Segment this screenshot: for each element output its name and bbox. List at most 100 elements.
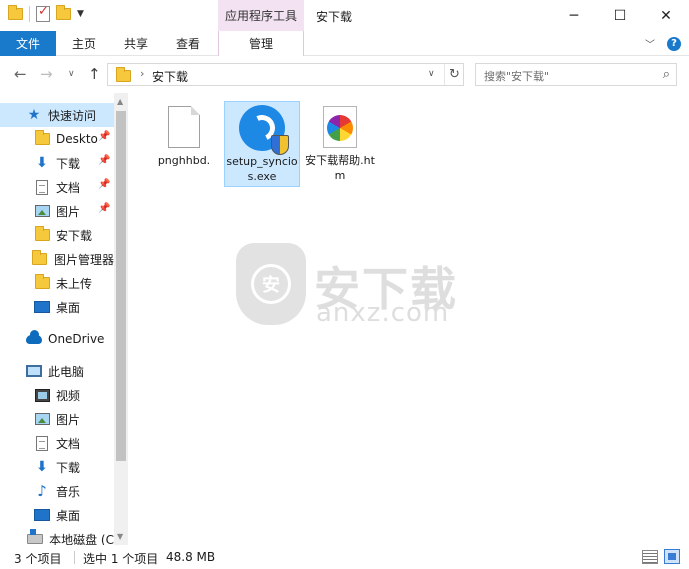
help-icon[interactable]: ?: [667, 36, 681, 51]
address-bar[interactable]: › 安下载 ∨ ↻: [107, 63, 464, 86]
nav-downloads[interactable]: ⬇ 下载: [0, 455, 114, 479]
nav-anxz-folder[interactable]: 安下载: [0, 223, 114, 247]
tab-share[interactable]: 共享: [112, 31, 160, 56]
file-item-setup-syncios[interactable]: setup_syncios.exe: [224, 101, 300, 187]
pin-icon[interactable]: 📌: [98, 203, 110, 214]
chevron-right-icon[interactable]: ›: [140, 67, 144, 80]
nav-label: 音乐: [56, 484, 81, 499]
picture-icon: [34, 203, 50, 219]
pin-icon[interactable]: 📌: [98, 131, 110, 142]
details-view-icon[interactable]: [642, 550, 658, 564]
selected-count: 选中 1 个项目: [83, 552, 159, 566]
scrollbar-thumb[interactable]: [116, 111, 126, 461]
nav-music[interactable]: ♪ 音乐: [0, 479, 114, 503]
tab-file[interactable]: 文件: [0, 31, 56, 56]
scroll-up-icon[interactable]: ▲: [117, 97, 123, 106]
nav-quick-access[interactable]: ★ 快速访问: [0, 103, 114, 127]
nav-desktop[interactable]: 桌面: [0, 295, 114, 319]
back-arrow-icon[interactable]: ←: [14, 65, 27, 83]
computer-icon: [26, 363, 42, 379]
nav-label: 桌面: [56, 508, 81, 523]
address-dropdown-icon[interactable]: ∨: [428, 69, 435, 79]
nav-label: 下载: [56, 460, 81, 475]
forward-arrow-icon[interactable]: →: [40, 65, 53, 83]
nav-desktop-pc[interactable]: 桌面: [0, 503, 114, 527]
maximize-button[interactable]: ☐: [597, 0, 643, 31]
desktop-icon: [34, 507, 50, 523]
tab-view[interactable]: 查看: [164, 31, 212, 56]
blank-file-icon: [160, 103, 208, 151]
folder-icon[interactable]: [8, 5, 23, 20]
qat-dropdown-icon[interactable]: ▼: [77, 9, 84, 19]
properties-icon[interactable]: [36, 4, 50, 22]
scroll-down-icon[interactable]: ▼: [117, 532, 123, 541]
desktop-icon: [34, 299, 50, 315]
nav-label: 视频: [56, 388, 81, 403]
file-item-pnghhbd[interactable]: pnghhbd.: [146, 101, 222, 187]
ribbon-right-controls: ﹀ ?: [645, 36, 681, 51]
download-icon: ⬇: [36, 459, 48, 475]
nav-label: Deskto: [56, 132, 98, 146]
recent-locations-icon[interactable]: ∨: [68, 69, 75, 79]
minimize-button[interactable]: ─: [551, 0, 597, 31]
close-button[interactable]: ✕: [643, 0, 689, 31]
qat-separator: [29, 6, 30, 22]
nav-pictures-pinned[interactable]: 图片 📌: [0, 199, 114, 223]
address-path[interactable]: 安下载: [152, 68, 188, 85]
up-arrow-icon[interactable]: ↑: [88, 65, 101, 83]
large-icons-view-icon[interactable]: [664, 549, 680, 564]
star-icon: ★: [27, 107, 41, 123]
video-icon: [34, 387, 50, 403]
nav-label: 快速访问: [48, 108, 97, 123]
nav-label: 未上传: [56, 276, 93, 291]
file-item-help-htm[interactable]: 安下载帮助.htm: [302, 101, 378, 187]
search-icon[interactable]: ⌕: [663, 67, 670, 82]
ribbon-tabs: 文件 主页 共享 查看 管理 ﹀ ?: [0, 31, 689, 56]
nav-scrollbar[interactable]: ▲ ▼: [114, 93, 128, 545]
nav-desktop-pinned[interactable]: Deskto 📌: [0, 127, 114, 151]
expand-ribbon-icon[interactable]: ﹀: [645, 36, 655, 51]
search-placeholder: 搜索"安下载": [484, 70, 550, 83]
new-folder-icon[interactable]: [56, 5, 71, 20]
htm-file-icon: [316, 103, 364, 151]
nav-pictures[interactable]: 图片: [0, 407, 114, 431]
syncios-app-icon: [238, 104, 289, 155]
download-icon: ⬇: [36, 155, 48, 171]
nav-label: 本地磁盘 (C: [49, 532, 114, 546]
file-name: pnghhbd.: [157, 154, 211, 167]
nav-label: 图片: [56, 204, 81, 219]
nav-documents[interactable]: 文档: [0, 431, 114, 455]
nav-videos[interactable]: 视频: [0, 383, 114, 407]
disk-icon: [27, 529, 44, 545]
refresh-icon[interactable]: ↻: [444, 64, 464, 85]
title-bar: ▼ 应用程序工具 安下载 ─ ☐ ✕: [0, 0, 689, 31]
nav-label: 文档: [56, 180, 81, 195]
nav-downloads-pinned[interactable]: ⬇ 下载 📌: [0, 151, 114, 175]
pin-icon[interactable]: 📌: [98, 155, 110, 166]
watermark-text-en: anxz.com: [316, 298, 450, 328]
search-box[interactable]: 搜索"安下载" ⌕: [475, 63, 677, 86]
watermark-shield-char: 安: [251, 264, 291, 304]
nav-local-disk-c[interactable]: 本地磁盘 (C: [0, 527, 114, 545]
nav-not-uploaded-folder[interactable]: 未上传: [0, 271, 114, 295]
nav-label: 下载: [56, 156, 81, 171]
nav-label: 桌面: [56, 300, 81, 315]
item-count: 3 个项目: [14, 552, 62, 566]
uac-shield-icon: [271, 135, 289, 155]
nav-onedrive[interactable]: OneDrive: [0, 327, 114, 351]
nav-label: OneDrive: [48, 332, 105, 346]
pin-icon[interactable]: 📌: [98, 179, 110, 190]
nav-documents-pinned[interactable]: 文档 📌: [0, 175, 114, 199]
folder-icon: [32, 250, 48, 267]
nav-label: 图片: [56, 412, 81, 427]
nav-this-pc[interactable]: 此电脑: [0, 359, 114, 383]
file-list[interactable]: pnghhbd. setup_syncios.exe 安下载帮助.htm 安 安…: [128, 93, 689, 545]
nav-picture-manager-folder[interactable]: 图片管理器: [0, 247, 114, 271]
status-bar: 3 个项目 选中 1 个项目 48.8 MB: [0, 545, 689, 569]
tab-home[interactable]: 主页: [60, 31, 108, 56]
window-title: 安下载: [316, 10, 353, 24]
folder-icon: [34, 130, 50, 147]
cloud-icon: [26, 329, 42, 347]
tab-manage[interactable]: 管理: [218, 31, 304, 56]
nav-label: 安下载: [56, 228, 93, 243]
